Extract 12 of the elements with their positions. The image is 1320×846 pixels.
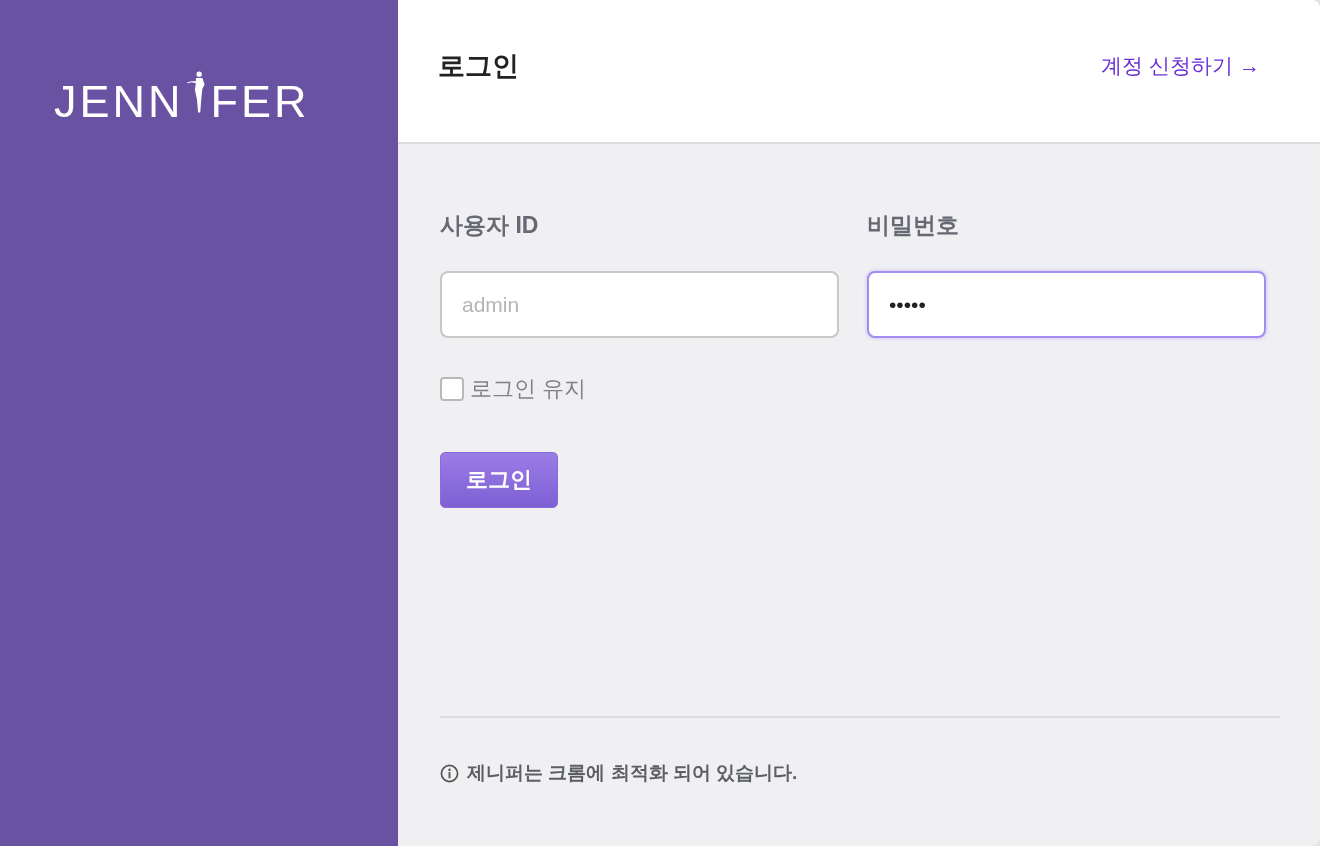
logo-text: FER [210, 79, 310, 124]
input-field[interactable]: admin [440, 271, 839, 338]
logo-text: JENN [54, 79, 184, 124]
page-title: 로그인 [438, 50, 519, 83]
notice-text: 제니퍼는 크롬에 최적화 되어 있습니다. [467, 761, 798, 785]
info-icon [440, 763, 459, 783]
login-button[interactable]: 로그인 [440, 452, 558, 508]
checkbox[interactable] [440, 377, 464, 401]
input-field[interactable]: ••••• [867, 271, 1266, 338]
signup-link[interactable]: 계정 신청하기 → [1101, 52, 1260, 80]
field-label: 비밀번호 [867, 211, 960, 240]
field-label: 사용자 ID [440, 211, 540, 240]
